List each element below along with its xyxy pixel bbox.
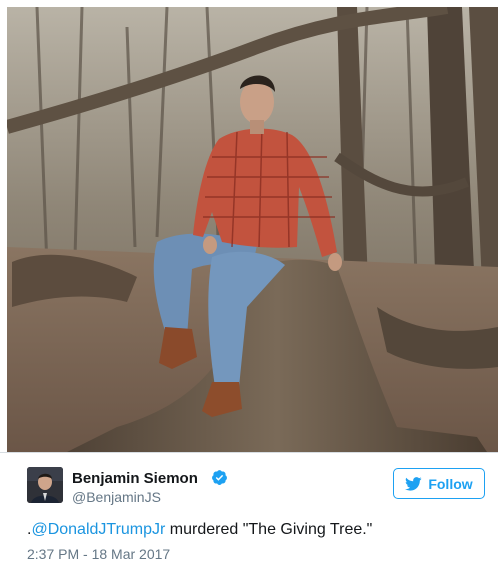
forest-man-on-stump-image — [7, 7, 498, 452]
author-handle[interactable]: @BenjaminJS — [72, 489, 161, 505]
twitter-bird-icon — [405, 476, 422, 491]
author-name[interactable]: Benjamin Siemon — [72, 470, 198, 487]
tweet-timestamp[interactable]: 2:37 PM - 18 Mar 2017 — [27, 546, 170, 562]
follow-label: Follow — [428, 475, 473, 492]
tweet-photo[interactable] — [7, 7, 498, 452]
mention-link[interactable]: @DonaldJTrumpJr — [31, 521, 165, 538]
tweet-text-body: murdered "The Giving Tree." — [165, 521, 373, 538]
follow-button[interactable]: Follow — [393, 468, 485, 499]
embedded-tweet: Benjamin Siemon @BenjaminJS Follow .@Don… — [0, 0, 498, 567]
avatar-image — [27, 467, 63, 503]
avatar[interactable] — [27, 467, 63, 503]
divider — [0, 452, 498, 453]
tweet-text: .@DonaldJTrumpJr murdered "The Giving Tr… — [27, 521, 372, 539]
verified-badge-icon — [211, 469, 228, 486]
